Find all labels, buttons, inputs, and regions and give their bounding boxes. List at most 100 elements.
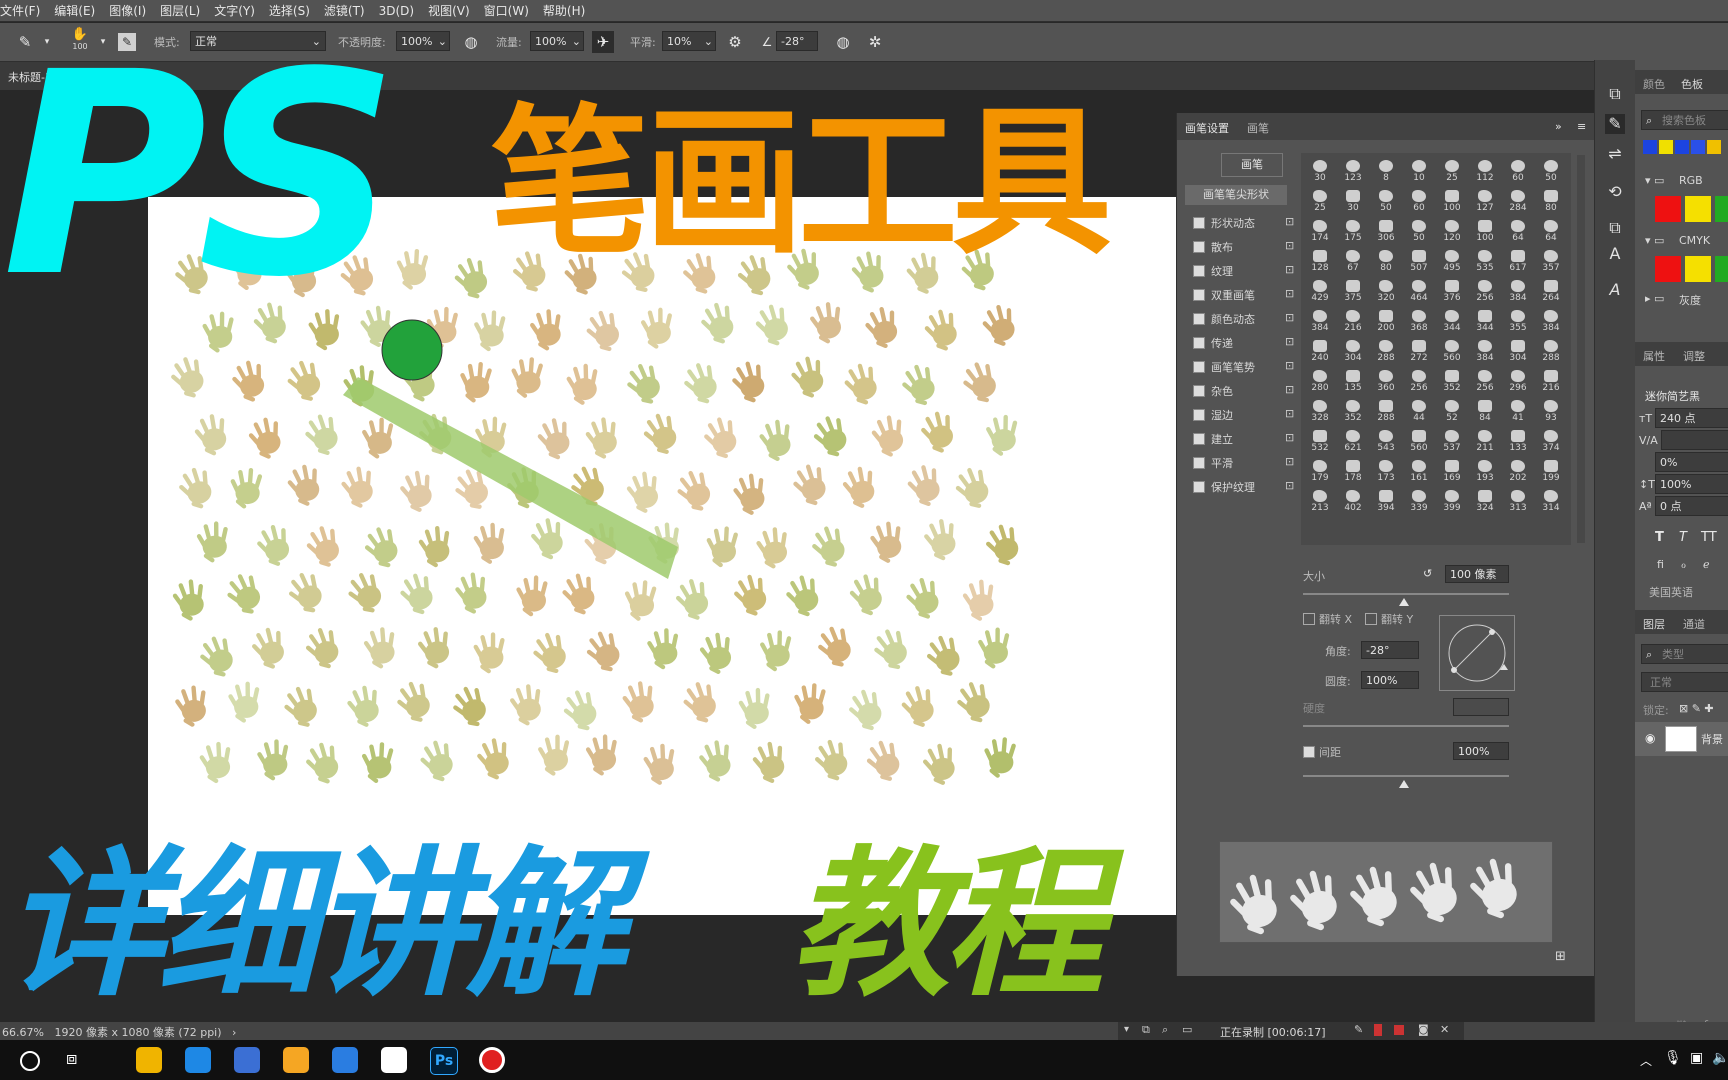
airbrush-icon[interactable]: ✈ xyxy=(592,31,614,53)
brush-tip[interactable]: 213 xyxy=(1304,485,1336,513)
stop-icon[interactable] xyxy=(1394,1025,1404,1035)
vertical-scale-input[interactable]: 100% xyxy=(1655,474,1728,494)
brush-option-11[interactable]: 保护纹理 ⊡ xyxy=(1193,477,1294,497)
brush-tip[interactable]: 375 xyxy=(1337,275,1369,303)
menu-item[interactable]: 帮助(H) xyxy=(543,2,585,19)
symmetry-icon[interactable]: ✲ xyxy=(864,31,886,53)
brush-tip[interactable]: 384 xyxy=(1535,305,1567,333)
swatch[interactable] xyxy=(1659,140,1673,154)
brush-tip[interactable]: 272 xyxy=(1403,335,1435,363)
swatch[interactable] xyxy=(1655,256,1681,282)
brush-option-0[interactable]: 形状动态 ⊡ xyxy=(1193,213,1294,233)
pressure-opacity-icon[interactable]: ◍ xyxy=(460,31,482,53)
brush-tip[interactable]: 64 xyxy=(1535,215,1567,243)
pen-icon[interactable]: ✎ xyxy=(1354,1023,1363,1036)
option-checkbox[interactable] xyxy=(1193,385,1205,397)
brush-option-2[interactable]: 纹理 ⊡ xyxy=(1193,261,1294,281)
brush-option-4[interactable]: 颜色动态 ⊡ xyxy=(1193,309,1294,329)
brush-tip[interactable]: 30 xyxy=(1337,185,1369,213)
tray-chevron-up-icon[interactable]: ︿ xyxy=(1640,1052,1652,1069)
brush-tip[interactable]: 344 xyxy=(1469,305,1501,333)
flip-x-checkbox[interactable] xyxy=(1303,613,1315,625)
spacing-slider[interactable] xyxy=(1303,775,1509,777)
tab-layers[interactable]: 图层 xyxy=(1643,616,1665,632)
brush-tip[interactable]: 127 xyxy=(1469,185,1501,213)
brush-tip[interactable]: 200 xyxy=(1370,305,1402,333)
flip-y-checkbox[interactable] xyxy=(1365,613,1377,625)
brushes-button[interactable]: 画笔 xyxy=(1221,153,1283,177)
spacing-checkbox[interactable] xyxy=(1303,746,1315,758)
menu-item[interactable]: 视图(V) xyxy=(428,2,470,19)
brush-tip[interactable]: 128 xyxy=(1304,245,1336,273)
brush-tip[interactable]: 169 xyxy=(1436,455,1468,483)
faux-italic-icon[interactable]: T xyxy=(1679,530,1687,545)
menu-item[interactable]: 窗口(W) xyxy=(484,2,529,19)
brush-tip[interactable]: 112 xyxy=(1469,155,1501,183)
brush-tip[interactable]: 384 xyxy=(1469,335,1501,363)
lock-icon[interactable]: ⊡ xyxy=(1285,239,1294,252)
size-input[interactable]: 100 像素 xyxy=(1445,565,1509,583)
brush-tip[interactable]: 161 xyxy=(1403,455,1435,483)
search-icon[interactable]: ⌕ xyxy=(1162,1023,1168,1037)
opacity-input[interactable]: 100% ⌄ xyxy=(396,31,450,51)
lock-icon[interactable]: ⊡ xyxy=(1285,311,1294,324)
swatch-group-gray[interactable]: 灰度 xyxy=(1679,292,1701,308)
option-checkbox[interactable] xyxy=(1193,481,1205,493)
brush-settings-icon[interactable]: ✎ xyxy=(1605,114,1625,134)
brush-tip[interactable]: 67 xyxy=(1337,245,1369,273)
brush-tip[interactable]: 41 xyxy=(1502,395,1534,423)
brush-tip[interactable]: 50 xyxy=(1370,185,1402,213)
brush-tip[interactable]: 374 xyxy=(1535,425,1567,453)
brush-tip[interactable]: 543 xyxy=(1370,425,1402,453)
screen-icon[interactable]: ▭ xyxy=(1182,1023,1192,1036)
font-size-input[interactable]: 240 点 xyxy=(1655,408,1728,428)
eye-icon[interactable]: ◉ xyxy=(1645,731,1655,745)
brush-tip[interactable]: 123 xyxy=(1337,155,1369,183)
brush-tip[interactable]: 133 xyxy=(1502,425,1534,453)
brush-tip[interactable]: 296 xyxy=(1502,365,1534,393)
smoothing-input[interactable]: 10% ⌄ xyxy=(662,31,716,51)
brush-tip[interactable]: 100 xyxy=(1436,185,1468,213)
tip-grid-scrollbar[interactable] xyxy=(1577,155,1585,543)
brush-tip[interactable]: 560 xyxy=(1436,335,1468,363)
swatch[interactable] xyxy=(1675,140,1689,154)
kerning-input[interactable] xyxy=(1661,430,1728,450)
option-checkbox[interactable] xyxy=(1193,337,1205,349)
swatch-group-cmyk[interactable]: CMYK xyxy=(1679,234,1710,247)
brush-tip[interactable]: 402 xyxy=(1337,485,1369,513)
angle-roundness-widget[interactable] xyxy=(1439,615,1515,691)
option-checkbox[interactable] xyxy=(1193,409,1205,421)
task-view-icon[interactable]: ⧈ xyxy=(66,1048,77,1069)
brush-tip[interactable]: 120 xyxy=(1436,215,1468,243)
option-checkbox[interactable] xyxy=(1193,217,1205,229)
brush-angle-input[interactable]: -28° xyxy=(1361,641,1419,659)
brush-option-3[interactable]: 双重画笔 ⊡ xyxy=(1193,285,1294,305)
taskbar-app-app-flower[interactable] xyxy=(381,1047,407,1073)
option-checkbox[interactable] xyxy=(1193,433,1205,445)
spacing-slider-knob[interactable] xyxy=(1399,780,1409,788)
tab-brushes[interactable]: 画笔 xyxy=(1247,120,1269,136)
swatch-search[interactable]: ⌕ 搜索色板 xyxy=(1641,110,1728,130)
blend-mode-select[interactable]: 正常 xyxy=(1641,672,1728,692)
brush-tip[interactable]: 360 xyxy=(1370,365,1402,393)
swash-icon[interactable]: ℯ xyxy=(1703,558,1710,571)
option-checkbox[interactable] xyxy=(1193,241,1205,253)
character-icon[interactable]: A xyxy=(1605,244,1625,264)
lock-icon[interactable]: ⊡ xyxy=(1285,407,1294,420)
brush-option-5[interactable]: 传递 ⊡ xyxy=(1193,333,1294,353)
tracking-input[interactable]: 0% xyxy=(1655,452,1728,472)
brush-tip[interactable]: 80 xyxy=(1370,245,1402,273)
brush-tip[interactable]: 288 xyxy=(1370,395,1402,423)
brush-tip[interactable]: 384 xyxy=(1502,275,1534,303)
brush-tip-shape-item[interactable]: 画笔笔尖形状 xyxy=(1185,185,1287,205)
taskbar-app-app-person[interactable] xyxy=(234,1047,260,1073)
font-family-value[interactable]: 迷你简艺黑 xyxy=(1645,388,1700,404)
taskbar-app-sogou[interactable] xyxy=(185,1047,211,1073)
swatch[interactable] xyxy=(1715,196,1728,222)
brush-tip[interactable]: 202 xyxy=(1502,455,1534,483)
swatch[interactable] xyxy=(1655,196,1681,222)
undo-history-icon[interactable]: ⟲ xyxy=(1605,182,1625,202)
brush-tip[interactable]: 313 xyxy=(1502,485,1534,513)
brush-tip[interactable]: 284 xyxy=(1502,185,1534,213)
brush-tip[interactable]: 328 xyxy=(1304,395,1336,423)
